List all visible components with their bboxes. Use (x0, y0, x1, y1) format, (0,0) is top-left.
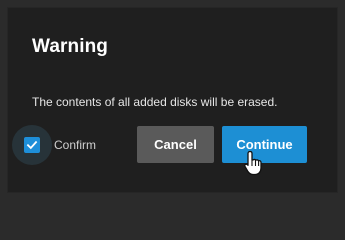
dialog-title: Warning (32, 36, 108, 57)
dialog-message: The contents of all added disks will be … (32, 95, 278, 109)
confirm-checkbox-focus-ring[interactable] (12, 125, 52, 165)
confirm-checkbox-row[interactable]: Confirm (12, 125, 96, 165)
cancel-button[interactable]: Cancel (137, 126, 214, 163)
checkmark-icon (26, 140, 38, 150)
confirm-checkbox[interactable] (24, 137, 40, 153)
screen: Warning The contents of all added disks … (0, 0, 345, 200)
continue-button[interactable]: Continue (222, 126, 307, 163)
confirm-label: Confirm (54, 138, 97, 152)
